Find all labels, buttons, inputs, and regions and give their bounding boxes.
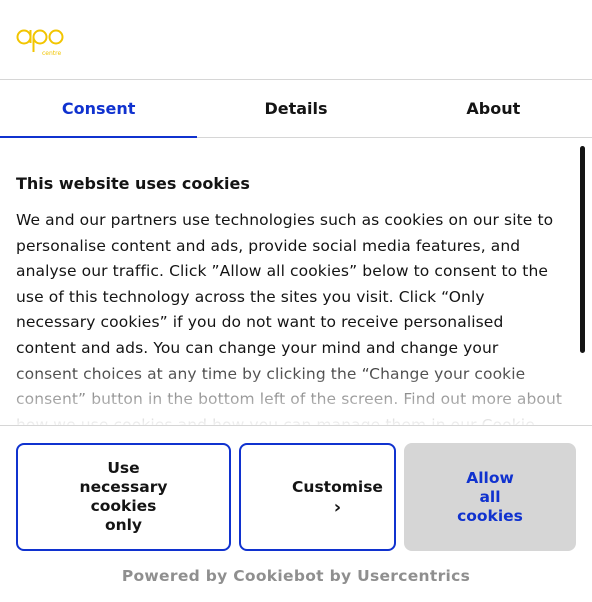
necessary-button-label: Use necessary cookies only — [79, 459, 168, 534]
logo-text: centre — [42, 50, 61, 57]
customise-button-label: Customise — [292, 477, 383, 496]
dialog-header: centre — [0, 0, 592, 80]
brand-logo: centre — [16, 29, 64, 57]
powered-by-cookiebot-link[interactable]: Powered by Cookiebot by Usercentrics — [0, 567, 592, 585]
customise-button[interactable]: Customise › — [239, 443, 396, 551]
allow-all-button-label: Allow all cookies — [457, 468, 523, 525]
dialog-footer: Use necessary cookies only Customise › A… — [0, 425, 592, 602]
tab-details[interactable]: Details — [197, 80, 394, 137]
consent-content: This website uses cookies We and our par… — [16, 138, 564, 425]
consent-paragraph: We and our partners use technologies suc… — [16, 211, 563, 425]
cookie-consent-dialog: centre Consent Details About This websit… — [0, 0, 592, 602]
chevron-right-icon: › — [333, 496, 342, 518]
tab-about[interactable]: About — [395, 80, 592, 137]
scrollbar-thumb[interactable] — [580, 146, 585, 353]
consent-panel[interactable]: This website uses cookies We and our par… — [0, 138, 592, 425]
consent-heading: This website uses cookies — [16, 174, 250, 193]
tab-bar: Consent Details About — [0, 80, 592, 138]
allow-all-cookies-button[interactable]: Allow all cookies — [404, 443, 576, 551]
use-necessary-cookies-button[interactable]: Use necessary cookies only — [16, 443, 231, 551]
tab-consent[interactable]: Consent — [0, 80, 198, 138]
